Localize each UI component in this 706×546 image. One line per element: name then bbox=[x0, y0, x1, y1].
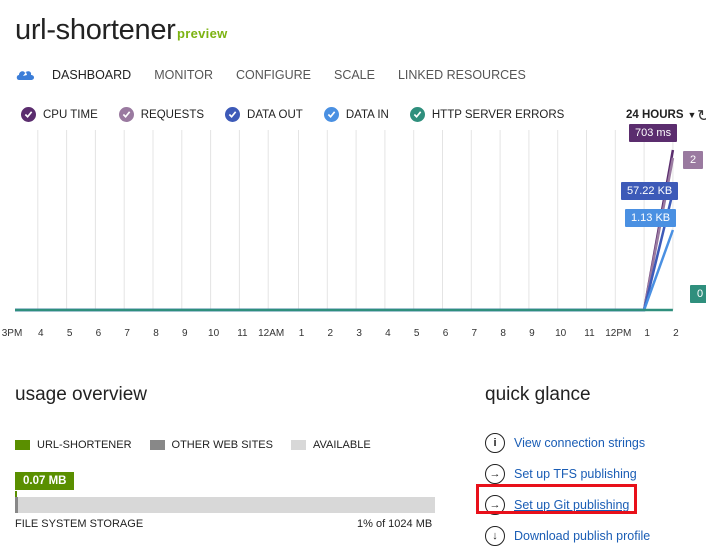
x-tick-label: 11 bbox=[584, 328, 595, 339]
page-title: url-shortener bbox=[15, 14, 176, 46]
metric-label: CPU TIME bbox=[43, 108, 98, 121]
check-icon bbox=[225, 107, 241, 122]
tab-linked-resources[interactable]: LINKED RESOURCES bbox=[398, 68, 526, 82]
x-tick-label: 5 bbox=[66, 328, 73, 339]
metric-toggle[interactable]: CPU TIME bbox=[21, 107, 98, 122]
x-tick-label: 6 bbox=[95, 328, 102, 339]
x-tick-label: 12AM bbox=[258, 328, 285, 339]
time-range-label: 24 HOURS bbox=[626, 109, 684, 121]
tab-configure[interactable]: CONFIGURE bbox=[236, 68, 311, 82]
x-tick-label: 6 bbox=[442, 328, 449, 339]
metric-toggle[interactable]: REQUESTS bbox=[118, 107, 205, 122]
usage-legend-label: AVAILABLE bbox=[313, 439, 371, 451]
metric-toggle[interactable]: DATA IN bbox=[323, 107, 389, 122]
metric-label: DATA IN bbox=[345, 108, 389, 121]
usage-legend-item: OTHER WEB SITES bbox=[149, 439, 273, 451]
usage-overview-title: usage overview bbox=[15, 384, 148, 405]
usage-legend: URL-SHORTENER OTHER WEB SITES AVAILABLE bbox=[15, 439, 389, 451]
check-icon bbox=[21, 107, 36, 122]
x-tick-label: 1 bbox=[298, 328, 305, 339]
metrics-legend: CPU TIME REQUESTS DATA OUT DATA IN HTTP SERV… bbox=[21, 107, 585, 122]
info-icon: i bbox=[485, 432, 505, 453]
swatch-url-shortener bbox=[15, 440, 30, 450]
x-axis-ticks: 3PM 4 5 6 7 8 9 10 11 12AM 1 2 3 4 5 6 7 8 9 10 11 12PM 1 2 bbox=[0, 328, 706, 342]
metric-toggle[interactable]: HTTP SERVER ERRORS bbox=[409, 107, 565, 122]
quick-link[interactable]: i View connection strings bbox=[485, 427, 650, 458]
errors-callout: 0 bbox=[690, 285, 706, 303]
usage-legend-item: URL-SHORTENER bbox=[15, 439, 132, 451]
data-out-callout: 57.22 KB bbox=[621, 182, 679, 200]
chevron-down-icon: ▼ bbox=[687, 110, 697, 120]
x-tick-label: 2 bbox=[327, 328, 334, 339]
x-tick-label: 4 bbox=[385, 328, 391, 339]
x-tick-label: 2 bbox=[673, 328, 679, 339]
tab-monitor[interactable]: MONITOR bbox=[154, 68, 213, 82]
x-tick-label: 4 bbox=[38, 328, 44, 339]
x-tick-label: 3 bbox=[356, 328, 362, 339]
metrics-chart bbox=[15, 130, 675, 312]
storage-bar-fill bbox=[15, 497, 18, 513]
quick-link[interactable]: ↓ Download publish profile bbox=[485, 520, 650, 546]
arrow-right-icon: → bbox=[485, 463, 505, 484]
x-tick-label: 9 bbox=[182, 328, 188, 339]
x-tick-label: 8 bbox=[500, 328, 506, 339]
setup-tfs-publishing-link[interactable]: Set up TFS publishing bbox=[514, 467, 637, 481]
storage-label: FILE SYSTEM STORAGE bbox=[15, 518, 144, 530]
check-icon bbox=[323, 107, 339, 122]
x-tick-label: 1 bbox=[644, 328, 650, 339]
cloud-icon bbox=[16, 71, 34, 80]
storage-value-badge: 0.07 MB bbox=[15, 472, 75, 490]
download-publish-profile-link[interactable]: Download publish profile bbox=[514, 529, 650, 543]
x-tick-label: 7 bbox=[124, 328, 130, 339]
tab-scale[interactable]: SCALE bbox=[334, 68, 375, 82]
metric-label: REQUESTS bbox=[140, 108, 205, 121]
metric-toggle[interactable]: DATA OUT bbox=[225, 107, 303, 122]
series-line-data-in bbox=[15, 229, 675, 312]
metric-label: HTTP SERVER ERRORS bbox=[431, 108, 565, 121]
x-tick-label: 8 bbox=[153, 328, 159, 339]
highlight-box bbox=[476, 484, 637, 514]
refresh-icon[interactable]: ↻ bbox=[697, 106, 706, 126]
series-line-cpu-time bbox=[15, 149, 675, 312]
storage-bar bbox=[15, 497, 435, 513]
check-icon bbox=[118, 107, 134, 122]
swatch-available bbox=[291, 440, 306, 450]
x-tick-label: 10 bbox=[555, 328, 567, 339]
metric-label: DATA OUT bbox=[247, 108, 303, 121]
swatch-other-web-sites bbox=[149, 440, 165, 450]
usage-legend-label: URL-SHORTENER bbox=[37, 439, 132, 451]
series-line-requests bbox=[15, 157, 675, 312]
storage-percent: 1% of 1024 MB bbox=[357, 518, 433, 530]
x-tick-label: 12PM bbox=[605, 328, 632, 339]
usage-legend-item: AVAILABLE bbox=[291, 439, 371, 451]
top-nav: DASHBOARD MONITOR CONFIGURE SCALE LINKED… bbox=[15, 66, 549, 84]
x-tick-label: 9 bbox=[529, 328, 535, 339]
tab-dashboard[interactable]: DASHBOARD bbox=[52, 68, 131, 82]
x-tick-label: 10 bbox=[208, 328, 220, 339]
requests-callout: 2 bbox=[683, 151, 704, 169]
x-tick-label: 5 bbox=[413, 328, 420, 339]
download-icon: ↓ bbox=[485, 525, 505, 546]
x-tick-label: 11 bbox=[237, 328, 248, 339]
time-range-select[interactable]: 24 HOURS ▼ bbox=[626, 109, 696, 121]
usage-legend-label: OTHER WEB SITES bbox=[171, 439, 273, 451]
data-in-callout: 1.13 KB bbox=[625, 209, 677, 227]
check-icon bbox=[409, 107, 425, 122]
x-tick-label: 7 bbox=[471, 328, 478, 339]
quick-glance-title: quick glance bbox=[485, 384, 591, 405]
view-connection-strings-link[interactable]: View connection strings bbox=[514, 436, 645, 450]
preview-badge: preview bbox=[177, 26, 228, 41]
cpu-time-callout: 703 ms bbox=[629, 124, 678, 142]
series-line-data-out bbox=[15, 191, 675, 312]
x-tick-label: 3PM bbox=[1, 328, 23, 339]
